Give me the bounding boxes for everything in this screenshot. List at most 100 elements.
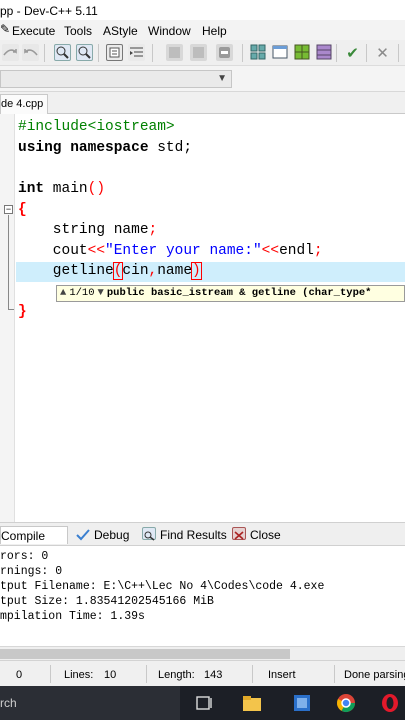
code-token: getline xyxy=(18,263,114,279)
redo-icon[interactable] xyxy=(2,44,19,61)
close-label: Close xyxy=(250,528,281,542)
calltip-signature: public basic_istream & getline (char_typ… xyxy=(106,287,372,299)
fold-end xyxy=(8,309,14,310)
project-icon[interactable] xyxy=(316,44,333,61)
tab-compile-log[interactable]: Compile Log xyxy=(0,526,68,561)
opera-icon[interactable] xyxy=(380,693,400,713)
module-icon[interactable] xyxy=(106,44,123,61)
code-token: int xyxy=(18,181,45,197)
code-token: using namespace xyxy=(18,140,149,156)
call-tip: ▲ 1/10 ▼ public basic_istream & getline (ch… xyxy=(56,285,405,302)
menu-window[interactable]: Window xyxy=(148,24,191,38)
menu-tools[interactable]: Tools xyxy=(64,24,92,38)
title-bar: pp - Dev-C++ 5.11 xyxy=(0,0,405,20)
taskbar: rch xyxy=(0,686,405,720)
code-token: () xyxy=(87,181,106,197)
status-parsing: Done parsing xyxy=(344,669,405,681)
code-line: string name; xyxy=(18,221,157,239)
window-title: pp - Dev-C++ 5.11 xyxy=(0,4,98,18)
fold-line xyxy=(8,215,9,309)
menu-execute[interactable]: Execute xyxy=(12,24,55,38)
devcpp-taskbar-icon[interactable] xyxy=(292,693,312,713)
code-token: { xyxy=(18,202,27,218)
taskbar-search[interactable]: rch xyxy=(0,686,180,720)
code-token: ; xyxy=(313,243,323,259)
log-output-filename: tput Filename: E:\C++\Lec No 4\Codes\cod… xyxy=(0,580,325,593)
code-token: cin xyxy=(122,263,149,279)
find-icon[interactable] xyxy=(54,44,71,61)
log-compilation-time: mpilation Time: 1.39s xyxy=(0,610,145,623)
code-line: { xyxy=(18,201,27,219)
code-token: std; xyxy=(148,140,193,156)
code-token: string name xyxy=(18,222,149,238)
code-token: cout xyxy=(18,243,88,259)
close-panel-icon xyxy=(232,527,246,540)
calltip-up-icon[interactable]: ▲ xyxy=(57,286,69,301)
code-editor[interactable]: − #include<iostream> using namespace std;… xyxy=(0,114,405,522)
code-line: cout<<"Enter your name:"<<endl; xyxy=(18,242,323,260)
code-line: using namespace std; xyxy=(18,139,192,157)
status-lines-value: 10 xyxy=(104,669,117,681)
tab-code-file[interactable]: de 4.cpp xyxy=(0,94,48,114)
compile-run-icon[interactable] xyxy=(190,44,207,61)
file-tab-strip: de 4.cpp xyxy=(0,92,405,114)
status-mode: Insert xyxy=(268,669,296,681)
code-line: getline(cin,name) xyxy=(18,262,202,280)
scrollbar-thumb[interactable] xyxy=(0,649,290,659)
tab-debug[interactable]: Debug xyxy=(76,526,129,544)
compile-log: rors: 0 rnings: 0 tput Filename: E:\C++\… xyxy=(0,546,405,646)
calltip-down-icon[interactable]: ▼ xyxy=(95,286,107,301)
close-icon[interactable]: ✕ xyxy=(374,44,391,62)
fold-toggle-icon[interactable]: − xyxy=(4,205,13,214)
code-token: << xyxy=(261,243,280,259)
code-line: #include<iostream> xyxy=(18,118,175,136)
status-length-label: Length: xyxy=(158,669,195,681)
grid-icon[interactable] xyxy=(250,44,267,61)
log-output-size: tput Size: 1.83541202545166 MiB xyxy=(0,595,214,608)
debug-check-icon xyxy=(76,528,90,541)
chrome-icon[interactable] xyxy=(336,693,356,713)
code-token: } xyxy=(18,304,27,320)
find-results-label: Find Results xyxy=(160,528,227,542)
status-col: 0 xyxy=(16,669,23,681)
file-explorer-icon[interactable] xyxy=(242,693,262,713)
window-icon[interactable] xyxy=(272,44,289,61)
function-dropdown[interactable]: ▼ xyxy=(0,70,232,88)
task-view-icon[interactable] xyxy=(194,693,214,713)
log-horizontal-scrollbar[interactable] xyxy=(0,646,405,660)
code-token: #include<iostream> xyxy=(18,119,175,135)
secondary-toolbar: ▼ xyxy=(0,66,405,92)
find-replace-icon[interactable] xyxy=(76,44,93,61)
class-browser-icon[interactable] xyxy=(294,44,311,61)
tab-close[interactable]: Close xyxy=(232,526,281,544)
code-token: "Enter your name:" xyxy=(105,243,262,259)
indent-icon[interactable] xyxy=(128,44,145,61)
bottom-panel-tabs: Compile Log Debug Find Results Close xyxy=(0,522,405,561)
code-token: << xyxy=(87,243,106,259)
compile-icon[interactable] xyxy=(166,44,183,61)
code-token: ) xyxy=(191,262,202,280)
menu-help[interactable]: Help xyxy=(202,24,227,38)
status-lines-label: Lines: xyxy=(64,669,94,681)
undo-icon[interactable] xyxy=(22,44,39,61)
code-token: endl xyxy=(279,243,314,259)
debug-label: Debug xyxy=(94,528,130,542)
status-length-value: 143 xyxy=(204,669,223,681)
tab-label: de 4.cpp xyxy=(1,98,44,110)
code-token: main xyxy=(44,181,88,197)
tab-find-results[interactable]: Find Results xyxy=(142,526,227,544)
code-token: name xyxy=(157,263,193,279)
taskbar-search-text: rch xyxy=(0,696,17,710)
menu-bar: ✎ Execute Tools AStyle Window Help xyxy=(0,20,405,40)
log-errors: rors: 0 xyxy=(0,550,49,563)
code-line: int main() xyxy=(18,180,105,198)
menu-file-icon[interactable]: ✎ xyxy=(0,22,10,36)
main-toolbar: ✔ ✕ xyxy=(0,40,405,66)
calltip-counter: 1/10 xyxy=(69,287,95,299)
menu-astyle[interactable]: AStyle xyxy=(103,24,138,38)
stop-icon[interactable] xyxy=(216,44,233,61)
chevron-down-icon: ▼ xyxy=(217,73,227,84)
check-icon[interactable]: ✔ xyxy=(344,44,361,62)
code-token: , xyxy=(148,263,158,279)
code-line: } xyxy=(18,303,27,321)
